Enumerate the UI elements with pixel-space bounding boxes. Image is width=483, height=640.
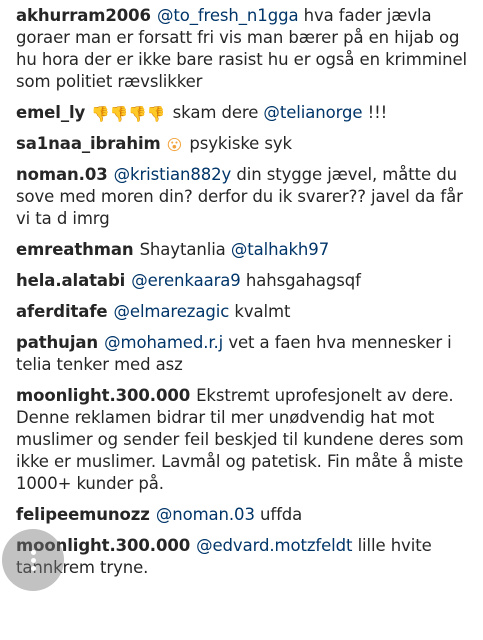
- comment-text: hahsgahagsqf: [245, 271, 361, 290]
- comment-username[interactable]: emreathman: [16, 240, 134, 259]
- comment-username[interactable]: felipeemunozz: [16, 505, 150, 524]
- comment-item: hela.alatabi @erenkaara9 hahsgahagsqf: [16, 270, 473, 292]
- comment-text: Shaytanlia: [139, 240, 226, 259]
- comment-item: akhurram2006 @to_fresh_n1gga hva fader jæ…: [16, 5, 473, 93]
- comment-item: moonlight.300.000 @edvard.motzfeldt lille…: [16, 535, 473, 579]
- comment-username[interactable]: moonlight.300.000: [16, 386, 190, 405]
- comment-mention[interactable]: @elmarezagic: [114, 302, 230, 321]
- comment-username[interactable]: pathujan: [16, 333, 98, 352]
- comment-mention[interactable]: @kristian882y: [114, 165, 232, 184]
- comment-item: pathujan @mohamed.r.j vet a faen hva menn…: [16, 332, 473, 376]
- more-vertical-icon: [30, 549, 36, 555]
- comment-text: skam dere: [172, 103, 259, 122]
- thumbs-down-emoji-icon: 👎👎👎👎: [91, 105, 166, 123]
- comment-mention[interactable]: @to_fresh_n1gga: [157, 6, 299, 25]
- comment-item: emreathman Shaytanlia @talhakh97: [16, 239, 473, 261]
- comment-item: felipeemunozz @noman.03 uffda: [16, 504, 473, 526]
- comment-mention[interactable]: @talhakh97: [231, 240, 329, 259]
- comment-text: kvalmt: [234, 302, 291, 321]
- more-vertical-icon-dot: [30, 557, 36, 563]
- comment-username[interactable]: hela.alatabi: [16, 271, 125, 290]
- comment-mention[interactable]: @noman.03: [156, 505, 255, 524]
- comment-text: !!!: [367, 103, 388, 122]
- comment-username[interactable]: noman.03: [16, 165, 108, 184]
- comment-item: moonlight.300.000 Ekstremt uprofesjonelt …: [16, 385, 473, 495]
- comment-username[interactable]: aferditafe: [16, 302, 108, 321]
- comment-list: akhurram2006 @to_fresh_n1gga hva fader jæ…: [0, 0, 483, 588]
- comment-item: sa1naa_ibrahim 😮 psykiske syk: [16, 133, 473, 155]
- comment-item: emel_ly 👎👎👎👎 skam dere @telianorge !!!: [16, 102, 473, 124]
- comment-text: uffda: [260, 505, 303, 524]
- comment-item: noman.03 @kristian882y din stygge jævel, …: [16, 164, 473, 230]
- more-vertical-icon-dot: [30, 565, 36, 571]
- more-options-button[interactable]: [2, 529, 64, 591]
- comment-username[interactable]: sa1naa_ibrahim: [16, 134, 161, 153]
- comment-username[interactable]: akhurram2006: [16, 6, 151, 25]
- surprised-face-emoji-icon: 😮: [166, 136, 183, 154]
- comment-mention[interactable]: @mohamed.r.j: [104, 333, 223, 352]
- comment-mention[interactable]: @telianorge: [263, 103, 362, 122]
- comment-text: psykiske syk: [189, 134, 292, 153]
- comment-mention[interactable]: @edvard.motzfeldt: [196, 536, 352, 555]
- comment-mention[interactable]: @erenkaara9: [131, 271, 241, 290]
- comment-item: aferditafe @elmarezagic kvalmt: [16, 301, 473, 323]
- comment-username[interactable]: emel_ly: [16, 103, 85, 122]
